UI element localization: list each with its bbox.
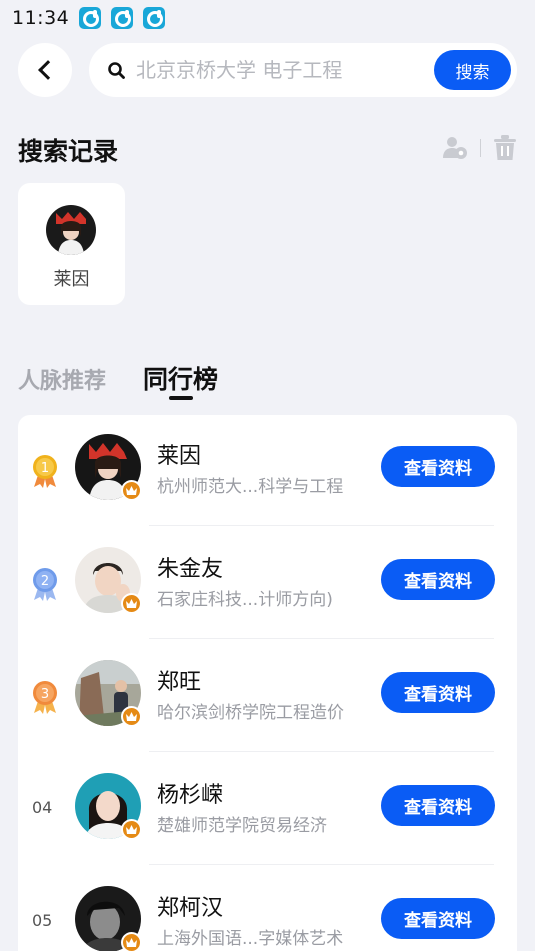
view-profile-button[interactable]: 查看资料 (381, 559, 495, 600)
search-icon (108, 62, 125, 79)
medal-rank: 1 (41, 461, 49, 476)
view-profile-button[interactable]: 查看资料 (381, 898, 495, 939)
ranking-name: 莱因 (157, 444, 202, 469)
ranking-school: 杭州师范大...科学与工程 (157, 477, 344, 497)
view-profile-button[interactable]: 查看资料 (381, 446, 495, 487)
history-item[interactable]: 莱因 (18, 183, 125, 305)
crown-badge (121, 706, 142, 727)
row-divider (149, 751, 494, 752)
medal-rank: 3 (41, 687, 49, 702)
crown-badge (121, 932, 142, 951)
crown-icon (126, 486, 137, 495)
app-notification-icon (79, 7, 102, 29)
back-button[interactable] (18, 43, 72, 97)
ranking-row[interactable]: 2 朱金友 石家庄科技...计师方向) 查看资料 (18, 528, 517, 641)
bronze-medal-icon: 3 (33, 681, 57, 714)
ranking-list: 1 莱因 杭州师范大...科学与工程 查看资料 2 朱金友 石家庄科技...计师… (18, 415, 517, 951)
chevron-left-icon (37, 60, 58, 80)
crown-icon (126, 825, 137, 834)
rank-number: 04 (32, 798, 53, 817)
active-tab-indicator (169, 396, 193, 400)
ranking-row[interactable]: 05 郑柯汉 上海外国语...字媒体艺术 查看资料 (18, 867, 517, 951)
rank-number: 05 (32, 911, 53, 930)
search-input[interactable] (136, 55, 426, 85)
crown-icon (126, 938, 137, 947)
ranking-row[interactable]: 1 莱因 杭州师范大...科学与工程 查看资料 (18, 415, 517, 528)
crown-badge (121, 480, 142, 501)
user-privacy-icon[interactable] (442, 136, 468, 160)
medal-rank: 2 (41, 574, 49, 589)
ranking-school: 楚雄师范学院贸易经济 (157, 816, 327, 836)
crown-icon (126, 599, 137, 608)
ranking-school: 上海外国语...字媒体艺术 (157, 929, 344, 949)
ranking-name: 杨杉嵘 (157, 783, 224, 808)
search-history-title: 搜索记录 (18, 137, 119, 166)
ranking-name: 郑柯汉 (157, 896, 224, 921)
history-tools (442, 135, 517, 161)
view-profile-button[interactable]: 查看资料 (381, 672, 495, 713)
app-notification-icon (111, 7, 134, 29)
gold-medal-icon: 1 (33, 455, 57, 488)
view-profile-button[interactable]: 查看资料 (381, 785, 495, 826)
app-notification-icon (143, 7, 166, 29)
ranking-name: 郑旺 (157, 670, 202, 695)
search-box[interactable]: 搜索 (89, 43, 517, 97)
row-divider (149, 864, 494, 865)
tab-recommend[interactable]: 人脉推荐 (18, 363, 106, 395)
ranking-row[interactable]: 3 郑旺 哈尔滨剑桥学院工程造价 查看资料 (18, 641, 517, 754)
crown-badge (121, 593, 142, 614)
history-item-name: 莱因 (53, 269, 90, 290)
status-time: 11:34 (12, 7, 70, 29)
status-bar: 11:34 (0, 0, 535, 36)
avatar (46, 205, 96, 255)
ranking-name: 朱金友 (157, 557, 224, 582)
row-divider (149, 638, 494, 639)
status-icons (79, 7, 166, 29)
ranking-row[interactable]: 04 杨杉嵘 楚雄师范学院贸易经济 查看资料 (18, 754, 517, 867)
row-divider (149, 525, 494, 526)
ranking-school: 石家庄科技...计师方向) (157, 590, 333, 610)
silver-medal-icon: 2 (33, 568, 57, 601)
tab-ranking[interactable]: 同行榜 (143, 360, 218, 396)
crown-badge (121, 819, 142, 840)
ranking-school: 哈尔滨剑桥学院工程造价 (157, 703, 344, 723)
crown-icon (126, 712, 137, 721)
tools-divider (480, 139, 481, 157)
trash-icon[interactable] (493, 135, 517, 161)
search-button[interactable]: 搜索 (434, 50, 511, 90)
